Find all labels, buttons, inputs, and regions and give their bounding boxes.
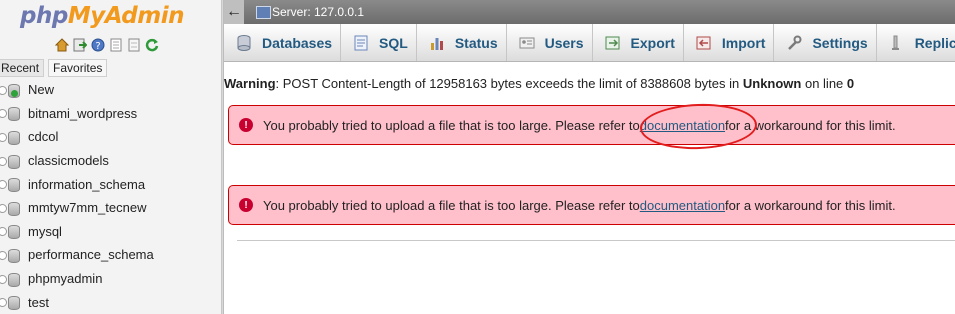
export-icon bbox=[605, 35, 621, 51]
tab-databases[interactable]: Databases bbox=[224, 24, 342, 61]
docs-alt-icon[interactable] bbox=[127, 37, 141, 52]
database-icon bbox=[0, 153, 22, 169]
home-icon[interactable] bbox=[54, 37, 70, 52]
database-icon bbox=[0, 105, 22, 122]
tab-export[interactable]: Export bbox=[593, 24, 684, 61]
tab-favorites[interactable]: Favorites bbox=[48, 59, 108, 77]
tab-replication[interactable]: Replication bbox=[877, 24, 955, 61]
replication-icon bbox=[889, 35, 905, 51]
breadcrumb-bar: ← Server: 127.0.0.1 bbox=[224, 0, 955, 24]
database-label: mysql bbox=[28, 223, 62, 239]
reload-icon[interactable] bbox=[145, 37, 159, 52]
tab-recent[interactable]: Recent bbox=[0, 59, 45, 77]
database-label: performance_schema bbox=[28, 247, 154, 263]
svg-text:?: ? bbox=[95, 41, 100, 52]
database-label: classicmodels bbox=[28, 153, 109, 169]
database-item[interactable]: phpmyadmin bbox=[0, 267, 221, 291]
warning-line: 0 bbox=[846, 76, 855, 91]
database-icon bbox=[0, 271, 22, 287]
database-label: phpmyadmin bbox=[28, 271, 103, 287]
databases-icon bbox=[236, 34, 252, 51]
import-icon bbox=[696, 35, 712, 51]
database-list: New bitnami_wordpress cdcol classicmodel… bbox=[0, 78, 221, 314]
phpmyadmin-logo[interactable]: phpMyAdmin bbox=[20, 3, 184, 29]
database-item[interactable]: performance_schema bbox=[0, 243, 221, 267]
users-icon bbox=[519, 35, 535, 51]
database-icon bbox=[0, 294, 22, 311]
error-icon: ! bbox=[239, 198, 253, 212]
database-item[interactable]: test bbox=[0, 290, 221, 314]
docs-icon[interactable] bbox=[109, 37, 123, 52]
new-database-item[interactable]: New bbox=[0, 78, 221, 102]
sql-icon bbox=[353, 35, 369, 51]
database-item[interactable]: classicmodels bbox=[0, 149, 221, 173]
help-icon[interactable]: ? bbox=[91, 37, 105, 52]
database-item[interactable]: mmtyw7mm_tecnew bbox=[0, 196, 221, 220]
database-label: New bbox=[28, 82, 55, 98]
sidebar: phpMyAdmin ? Recent Favorites New bitnam… bbox=[0, 0, 221, 314]
database-label: information_schema bbox=[28, 176, 146, 192]
database-label: bitnami_wordpress bbox=[28, 105, 138, 121]
tab-sql[interactable]: SQL bbox=[341, 24, 417, 61]
sidebar-tabs: Recent Favorites bbox=[0, 59, 108, 77]
database-item[interactable]: mysql bbox=[0, 220, 221, 244]
tab-status[interactable]: Status bbox=[417, 24, 507, 61]
main-menu: Databases SQL Status Users Export Import… bbox=[224, 24, 955, 62]
divider bbox=[237, 240, 955, 241]
error-message: ! You probably tried to upload a file th… bbox=[228, 105, 955, 145]
database-item[interactable]: cdcol bbox=[0, 125, 221, 149]
server-icon bbox=[256, 6, 271, 19]
database-item[interactable]: bitnami_wordpress bbox=[0, 102, 221, 126]
database-label: cdcol bbox=[28, 129, 59, 145]
new-database-icon bbox=[0, 82, 22, 98]
error-icon: ! bbox=[239, 118, 253, 132]
documentation-link[interactable]: documentation bbox=[640, 118, 725, 133]
database-icon bbox=[0, 247, 22, 263]
database-item[interactable]: information_schema bbox=[0, 172, 221, 196]
database-icon bbox=[0, 200, 22, 216]
database-icon bbox=[0, 176, 22, 193]
tab-settings[interactable]: Settings bbox=[774, 24, 877, 61]
server-breadcrumb[interactable]: Server: 127.0.0.1 bbox=[272, 5, 364, 19]
settings-icon bbox=[786, 35, 802, 51]
exit-icon[interactable] bbox=[73, 37, 88, 52]
database-icon bbox=[0, 129, 22, 145]
documentation-link[interactable]: documentation bbox=[640, 198, 725, 213]
database-label: mmtyw7mm_tecnew bbox=[28, 200, 147, 216]
database-label: test bbox=[28, 294, 49, 310]
tab-import[interactable]: Import bbox=[684, 24, 775, 61]
warning-label: Warning bbox=[224, 76, 276, 91]
database-icon bbox=[0, 223, 22, 240]
error-message: ! You probably tried to upload a file th… bbox=[228, 185, 955, 225]
warning-file: Unknown bbox=[742, 76, 802, 91]
warning-message: Warning: POST Content-Length of 12958163… bbox=[224, 76, 855, 91]
tab-users[interactable]: Users bbox=[507, 24, 593, 61]
nav-icons: ? bbox=[54, 37, 159, 52]
status-icon bbox=[429, 35, 445, 51]
collapse-sidebar-button[interactable]: ← bbox=[224, 0, 244, 24]
